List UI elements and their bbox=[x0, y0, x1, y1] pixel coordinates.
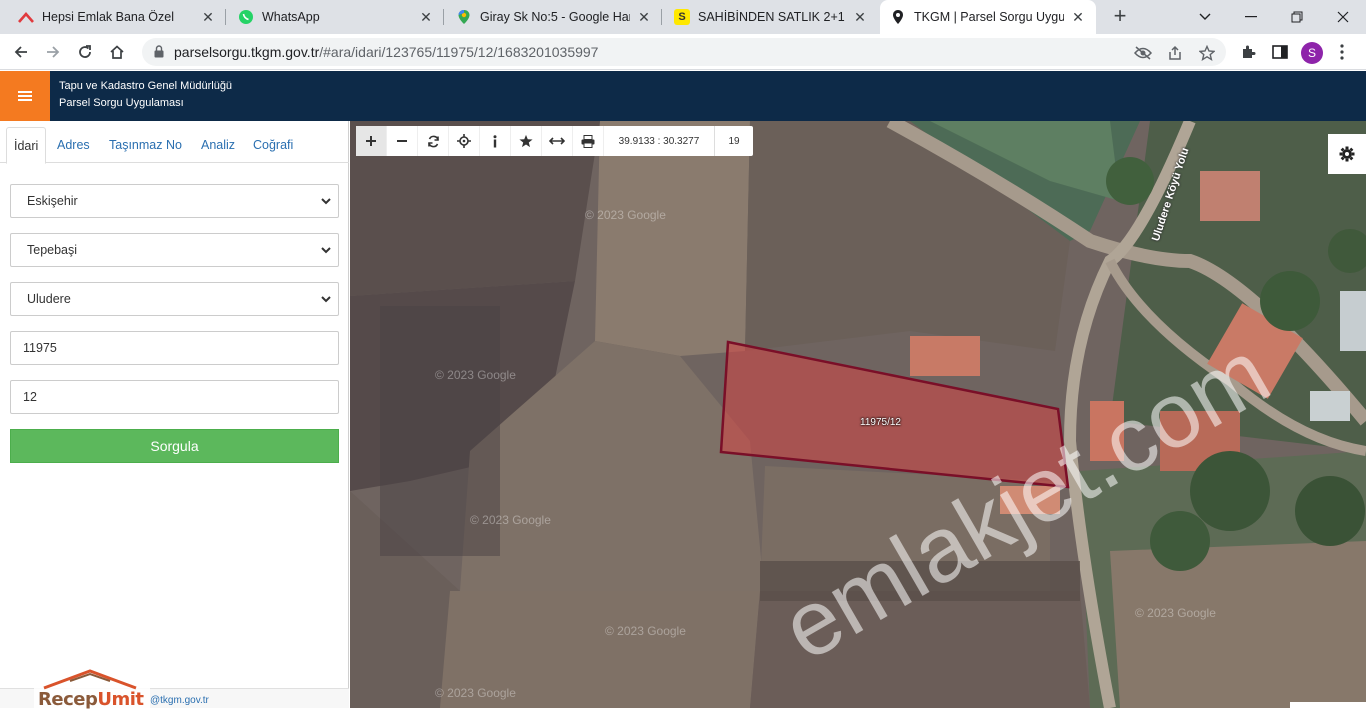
bookmark-star-icon[interactable] bbox=[1198, 44, 1216, 62]
coordinate-readout: 39.9133 : 30.3277 bbox=[604, 126, 715, 156]
star-icon[interactable] bbox=[511, 126, 542, 156]
logo-text: RecepUmit bbox=[38, 689, 144, 710]
tab-title: WhatsApp bbox=[262, 10, 320, 24]
new-tab-button[interactable]: + bbox=[1108, 5, 1132, 29]
home-button[interactable] bbox=[104, 39, 130, 65]
tab-title: Hepsi Emlak Bana Özel bbox=[42, 10, 175, 24]
tab-adres[interactable]: Adres bbox=[50, 127, 97, 163]
print-icon[interactable] bbox=[573, 126, 604, 156]
parcel-label: 11975/12 bbox=[860, 417, 901, 428]
query-button[interactable]: Sorgula bbox=[10, 429, 339, 463]
sahibinden-icon: S bbox=[674, 9, 690, 25]
eye-off-icon[interactable] bbox=[1134, 44, 1152, 62]
location-pin-icon bbox=[890, 9, 906, 25]
tab-analiz[interactable]: Analiz bbox=[194, 127, 242, 163]
google-watermark: © 2023 Google bbox=[470, 513, 551, 527]
chevron-down-icon bbox=[320, 195, 332, 210]
tab-sahibinden[interactable]: S SAHİBİNDEN SATLIK 2+1 YÜK ✕ bbox=[664, 0, 878, 34]
tab-hepsiemlak[interactable]: Hepsi Emlak Bana Özel ✕ bbox=[8, 0, 226, 34]
url-path: /#ara/idari/123765/11975/12/168320103599… bbox=[319, 44, 599, 60]
locate-icon[interactable] bbox=[449, 126, 480, 156]
restore-button[interactable] bbox=[1274, 0, 1320, 34]
lock-icon[interactable] bbox=[154, 45, 164, 63]
refresh-icon[interactable] bbox=[418, 126, 449, 156]
tab-title: SAHİBİNDEN SATLIK 2+1 YÜK bbox=[698, 10, 846, 24]
neighborhood-value: Uludere bbox=[27, 292, 71, 306]
browser-toolbar: parselsorgu.tkgm.gov.tr/#ara/idari/12376… bbox=[0, 34, 1366, 70]
neighborhood-select[interactable]: Uludere bbox=[10, 282, 339, 316]
query-tabs: İdari Adres Taşınmaz No Analiz Coğrafi bbox=[0, 121, 349, 164]
tab-tkgm[interactable]: TKGM | Parsel Sorgu Uygulama ✕ bbox=[880, 0, 1096, 34]
kebab-menu-icon[interactable] bbox=[1332, 42, 1352, 62]
close-icon[interactable]: ✕ bbox=[418, 9, 434, 26]
side-panel-icon[interactable] bbox=[1270, 42, 1290, 62]
tab-whatsapp[interactable]: WhatsApp ✕ bbox=[228, 0, 444, 34]
extensions-icon[interactable] bbox=[1238, 42, 1258, 62]
measure-icon[interactable] bbox=[542, 126, 573, 156]
hepsiemlak-icon bbox=[18, 9, 34, 25]
gear-icon[interactable] bbox=[1328, 134, 1366, 174]
tab-cografi[interactable]: Coğrafi bbox=[246, 127, 300, 163]
close-icon[interactable]: ✕ bbox=[852, 9, 868, 26]
info-icon[interactable] bbox=[480, 126, 511, 156]
house-roof-icon bbox=[43, 669, 137, 690]
map-toolbar: 39.9133 : 30.3277 19 bbox=[356, 126, 753, 156]
whatsapp-icon bbox=[238, 9, 254, 25]
close-window-button[interactable] bbox=[1320, 0, 1366, 34]
logo-text-first: Recep bbox=[38, 689, 98, 710]
satellite-map[interactable]: © 2023 Google © 2023 Google © 2023 Googl… bbox=[350, 121, 1366, 708]
forward-button[interactable] bbox=[40, 39, 66, 65]
map-attribution-box bbox=[1290, 702, 1366, 708]
chevron-down-icon bbox=[320, 293, 332, 308]
browser-tab-bar: Hepsi Emlak Bana Özel ✕ WhatsApp ✕ Giray… bbox=[0, 0, 1366, 34]
tab-search-icon[interactable] bbox=[1182, 0, 1228, 34]
google-watermark: © 2023 Google bbox=[435, 686, 516, 700]
url-domain: parselsorgu.tkgm.gov.tr bbox=[174, 44, 320, 60]
back-button[interactable] bbox=[8, 39, 34, 65]
logo-text-second: Umit bbox=[97, 689, 144, 710]
query-panel: İdari Adres Taşınmaz No Analiz Coğrafi E… bbox=[0, 121, 349, 710]
app-subtitle: Parsel Sorgu Uygulaması bbox=[59, 97, 184, 109]
profile-avatar[interactable]: S bbox=[1301, 42, 1323, 64]
zoom-out-icon[interactable] bbox=[387, 126, 418, 156]
tab-tasinmaz-no[interactable]: Taşınmaz No bbox=[102, 127, 189, 163]
tab-idari[interactable]: İdari bbox=[6, 127, 47, 164]
address-bar[interactable]: parselsorgu.tkgm.gov.tr/#ara/idari/12376… bbox=[142, 38, 1226, 66]
share-icon[interactable] bbox=[1166, 44, 1184, 62]
app-header: Tapu ve Kadastro Genel Müdürlüğü Parsel … bbox=[0, 71, 1366, 121]
google-watermark: © 2023 Google bbox=[435, 368, 516, 382]
footer-email[interactable]: @tkgm.gov.tr bbox=[150, 695, 209, 706]
chevron-down-icon bbox=[320, 244, 332, 259]
tab-google-maps[interactable]: Giray Sk No:5 - Google Harita ✕ bbox=[446, 0, 662, 34]
minimize-button[interactable] bbox=[1228, 0, 1274, 34]
reload-button[interactable] bbox=[72, 39, 98, 65]
close-icon[interactable]: ✕ bbox=[1070, 9, 1086, 26]
parcel-input[interactable]: 12 bbox=[10, 380, 339, 414]
app-title: Tapu ve Kadastro Genel Müdürlüğü bbox=[59, 80, 233, 92]
district-value: Tepebaşi bbox=[27, 243, 78, 257]
province-select[interactable]: Eskişehir bbox=[10, 184, 339, 218]
district-select[interactable]: Tepebaşi bbox=[10, 233, 339, 267]
url-text[interactable]: parselsorgu.tkgm.gov.tr/#ara/idari/12376… bbox=[174, 44, 598, 60]
block-input[interactable]: 11975 bbox=[10, 331, 339, 365]
google-maps-icon bbox=[456, 9, 472, 25]
zoom-level: 19 bbox=[728, 135, 740, 147]
province-value: Eskişehir bbox=[27, 194, 78, 208]
hamburger-menu-icon[interactable] bbox=[0, 71, 50, 121]
close-icon[interactable]: ✕ bbox=[636, 9, 652, 26]
zoom-in-icon[interactable] bbox=[356, 126, 387, 156]
google-watermark: © 2023 Google bbox=[605, 624, 686, 638]
google-watermark: © 2023 Google bbox=[585, 208, 666, 222]
close-icon[interactable]: ✕ bbox=[200, 9, 216, 26]
google-watermark: © 2023 Google bbox=[1135, 606, 1216, 620]
recep-umit-logo: RecepUmit bbox=[34, 662, 150, 710]
tab-title: TKGM | Parsel Sorgu Uygulama bbox=[914, 10, 1064, 24]
tab-title: Giray Sk No:5 - Google Harita bbox=[480, 10, 630, 24]
